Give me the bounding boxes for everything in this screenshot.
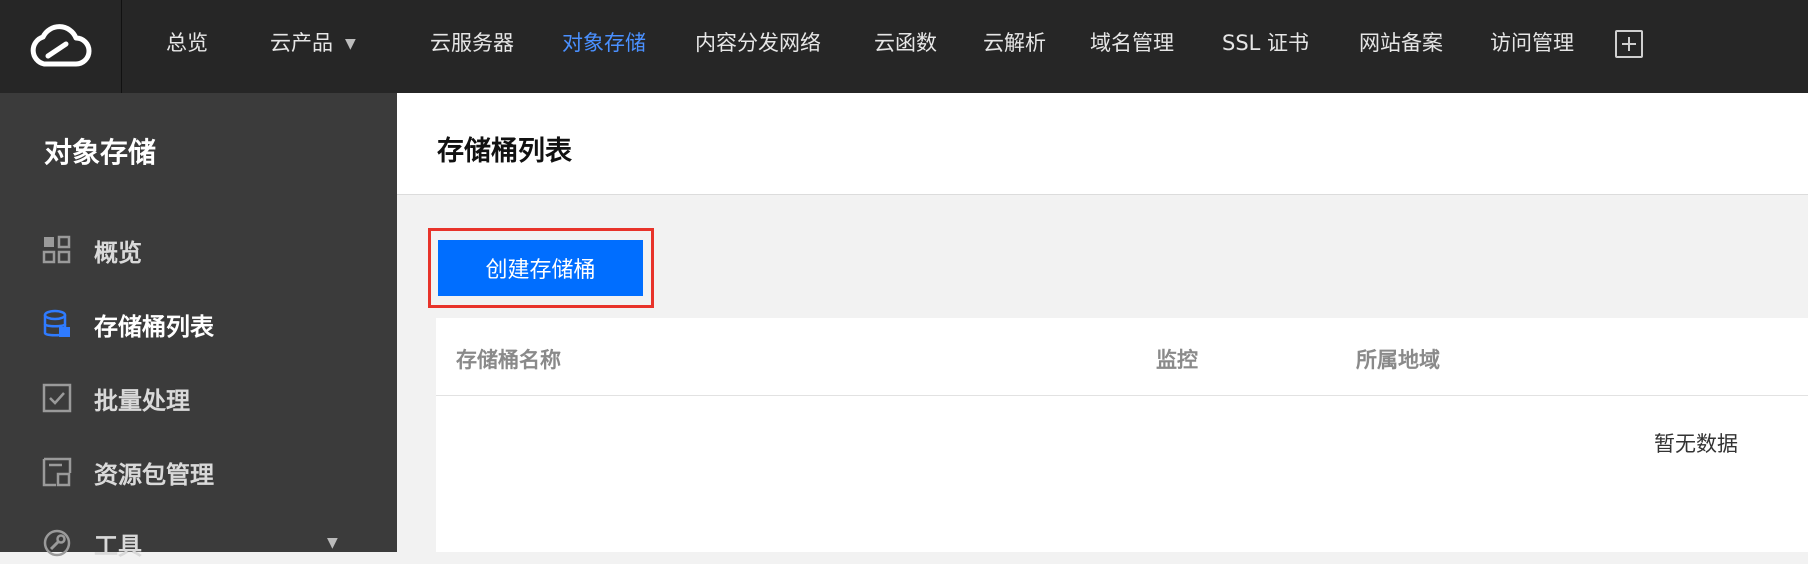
sidebar-item-label: 概览 [94,238,142,267]
sidebar-item-label: 工具 [94,531,142,560]
sidebar-item-label: 存储桶列表 [94,312,214,341]
bucket-icon [42,309,72,339]
cloud-logo-icon[interactable] [26,24,92,70]
nav-cvm[interactable]: 云服务器 [430,28,514,58]
logo-area[interactable] [0,0,122,93]
nav-scf[interactable]: 云函数 [874,28,937,58]
nav-overview[interactable]: 总览 [166,28,208,58]
table-header: 存储桶名称 监控 所属地域 [436,318,1808,396]
sidebar-item-label: 资源包管理 [94,460,214,489]
sidebar: 对象存储 概览 存储桶列表 批量处理 资源包管理 工具 ▼ [0,93,397,560]
chevron-down-icon: ▼ [327,535,338,551]
nav-icp[interactable]: 网站备案 [1359,28,1443,58]
nav-domain[interactable]: 域名管理 [1090,28,1174,58]
sidebar-item-batch[interactable]: 批量处理 [42,378,190,418]
plus-box-icon[interactable] [1615,30,1643,58]
sidebar-item-label: 批量处理 [94,386,190,415]
nav-cos[interactable]: 对象存储 [562,28,646,58]
sidebar-item-bucket-list[interactable]: 存储桶列表 [42,304,214,344]
highlight-box: 创建存储桶 [428,228,654,308]
empty-state-text: 暂无数据 [1654,432,1738,456]
checkbox-icon [42,383,72,413]
sidebar-item-overview[interactable]: 概览 [42,230,142,270]
bucket-table: 存储桶名称 监控 所属地域 暂无数据 [436,318,1808,552]
caret-down-icon: ▼ [345,36,356,52]
nav-cloud-products[interactable]: 云产品 ▼ [270,28,356,59]
create-bucket-button[interactable]: 创建存储桶 [438,240,643,296]
grid-icon [42,235,72,265]
column-header-bucket-name[interactable]: 存储桶名称 [456,344,561,374]
sidebar-title: 对象存储 [44,136,157,169]
sidebar-item-tools[interactable]: 工具 ▼ [42,523,338,563]
nav-cloud-products-label: 云产品 [270,31,333,55]
page-header: 存储桶列表 [397,93,1808,195]
sidebar-item-packages[interactable]: 资源包管理 [42,452,214,492]
package-icon [42,457,72,487]
page-title: 存储桶列表 [437,136,572,167]
nav-cdn[interactable]: 内容分发网络 [695,28,821,58]
column-header-monitor[interactable]: 监控 [1156,344,1198,374]
column-header-region[interactable]: 所属地域 [1356,344,1440,374]
nav-ssl[interactable]: SSL 证书 [1222,28,1309,58]
nav-dns[interactable]: 云解析 [983,28,1046,58]
tools-icon [42,528,72,558]
nav-cam[interactable]: 访问管理 [1490,28,1574,58]
top-navigation-bar: 总览 云产品 ▼ 云服务器 对象存储 内容分发网络 云函数 云解析 域名管理 SS… [0,0,1808,93]
